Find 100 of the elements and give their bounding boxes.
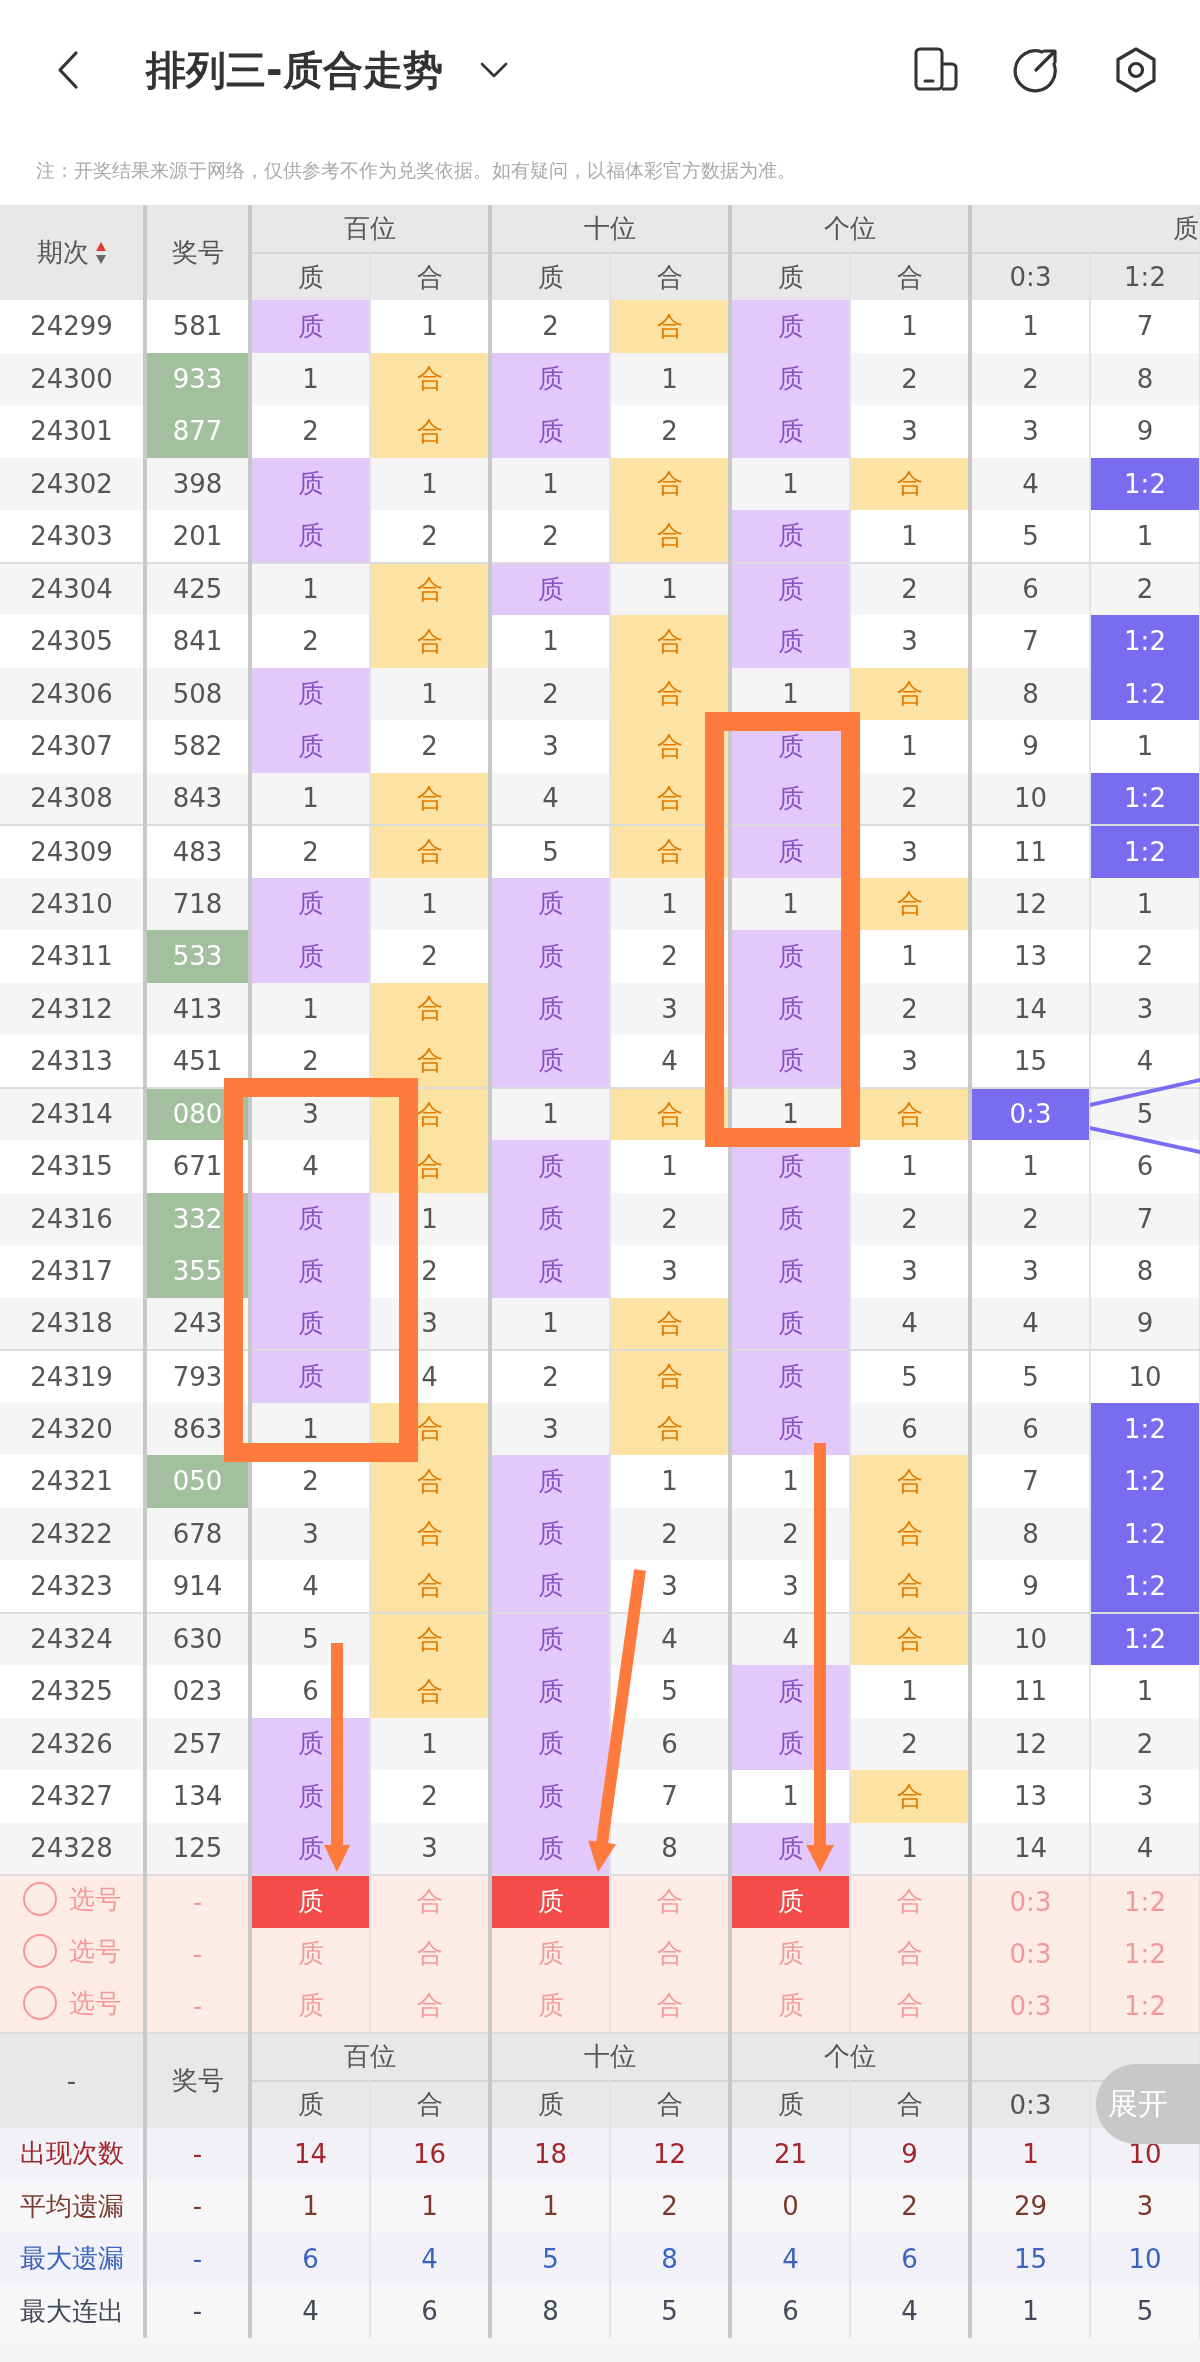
stat-label: 最大连出 (0, 2285, 145, 2338)
table-cell: 合 (850, 1455, 970, 1508)
radio-icon[interactable] (22, 1934, 57, 1968)
column-header: 合 (850, 2080, 970, 2128)
table-cell: 合 (850, 667, 970, 720)
column-header: 质 (730, 2080, 850, 2128)
table-cell: 1:2 (1090, 1402, 1200, 1455)
table-cell: 质 (730, 300, 850, 353)
table-cell: 1:2 (1090, 825, 1200, 878)
table-cell: 质 (490, 1560, 610, 1613)
table-cell: 质 (250, 877, 370, 930)
table-cell: 质 (730, 1297, 850, 1350)
table-cell: 050 (145, 1455, 250, 1508)
column-header: - (0, 2032, 145, 2128)
table-cell: 合 (370, 562, 490, 615)
pick-label: 选号 (68, 1882, 121, 1916)
table-cell: 合 (370, 1560, 490, 1613)
sort-icon[interactable] (94, 240, 107, 265)
back-icon[interactable] (56, 50, 80, 90)
table-cell: 质 (730, 352, 850, 405)
table-cell: 质 (490, 1035, 610, 1088)
table-cell: 5 (1090, 2285, 1200, 2338)
column-header: 合 (370, 2080, 490, 2128)
table-cell: 质 (490, 1455, 610, 1508)
table-cell: 质 (730, 1350, 850, 1403)
table-cell: 0:3 (970, 1087, 1090, 1140)
table-cell: 1:2 (1090, 615, 1200, 668)
column-header: 奖号 (145, 205, 250, 300)
table-cell: 合 (370, 1665, 490, 1718)
column-header: 0:3 (970, 253, 1090, 300)
table-cell: 质 (490, 1612, 610, 1665)
table-cell: 质 (730, 405, 850, 458)
column-header: 合 (610, 253, 730, 300)
table-cell: 质 (730, 1192, 850, 1245)
table-cell: 1 (1090, 510, 1200, 563)
page-title: 排列三-质合走势 (146, 45, 443, 95)
table-cell: 合 (370, 1612, 490, 1665)
table-cell: 合 (610, 615, 730, 668)
table-cell: 质 (490, 352, 610, 405)
table-cell: 质 (250, 720, 370, 773)
table-cell: 合 (610, 300, 730, 353)
table-cell: 5 (970, 510, 1090, 563)
table-cell: 15 (970, 1035, 1090, 1088)
table-cell: 4 (850, 2285, 970, 2338)
table-cell: 质 (250, 1297, 370, 1350)
table-cell: 4 (250, 2285, 370, 2338)
table-cell: 合 (370, 615, 490, 668)
table-cell: 合 (370, 772, 490, 825)
table-cell: 合 (370, 405, 490, 458)
table-cell: 1:2 (1090, 1507, 1200, 1560)
pick-label: 选号 (68, 1934, 121, 1968)
pick-option[interactable]: 质 (250, 1875, 370, 1928)
table-cell: 质 (250, 510, 370, 563)
table-cell: 合 (850, 1612, 970, 1665)
table-cell: 质 (490, 930, 610, 983)
table-cell: 质 (490, 1140, 610, 1193)
table-cell: 质 (250, 930, 370, 983)
pick-label: 选号 (68, 1986, 121, 2020)
table-cell: 质 (250, 1192, 370, 1245)
table-cell: 合 (370, 982, 490, 1035)
table-cell: 质 (490, 1507, 610, 1560)
column-header: 合 (850, 253, 970, 300)
column-header: 合 (370, 253, 490, 300)
device-icon[interactable] (912, 46, 960, 94)
column-header: 百位 (250, 205, 490, 253)
table-cell: 质 (730, 562, 850, 615)
column-header: 合 (610, 2080, 730, 2128)
table-cell: 933 (145, 352, 250, 405)
table-cell: 质 (730, 1402, 850, 1455)
table-cell: 质 (250, 667, 370, 720)
table-cell: 1:2 (1090, 457, 1200, 510)
table-cell: 质 (490, 982, 610, 1035)
table-cell: 合 (610, 457, 730, 510)
table-cell: 质 (490, 405, 610, 458)
radio-icon[interactable] (22, 1882, 57, 1916)
table-cell: 质 (490, 877, 610, 930)
table-cell: - (145, 2285, 250, 2338)
table-cell: 合 (850, 1507, 970, 1560)
table-cell: 6 (730, 2285, 850, 2338)
radio-icon[interactable] (22, 1986, 57, 2020)
table-cell: 合 (370, 1507, 490, 1560)
table-cell: 质 (490, 1245, 610, 1298)
table-cell: 质 (730, 510, 850, 563)
column-header: 质 (970, 205, 1200, 253)
dropdown-icon[interactable] (478, 61, 509, 79)
column-header: 个位 (730, 2032, 970, 2081)
table-cell: 5 (610, 2285, 730, 2338)
table-cell: 合 (850, 457, 970, 510)
table-cell: 合 (370, 352, 490, 405)
table-cell: 1 (970, 2285, 1090, 2338)
column-header: 1:2 (1090, 253, 1200, 300)
share-icon[interactable] (1012, 46, 1060, 94)
pick-option[interactable]: 质 (490, 1875, 610, 1928)
pick-option[interactable]: 质 (730, 1875, 850, 1928)
table-cell: 合 (370, 825, 490, 878)
table-cell: 质 (490, 1665, 610, 1718)
column-header[interactable]: 期次 (0, 205, 145, 300)
column-header: 十位 (490, 2032, 730, 2081)
table-cell: 合 (610, 1350, 730, 1403)
table-cell: 质 (250, 300, 370, 353)
